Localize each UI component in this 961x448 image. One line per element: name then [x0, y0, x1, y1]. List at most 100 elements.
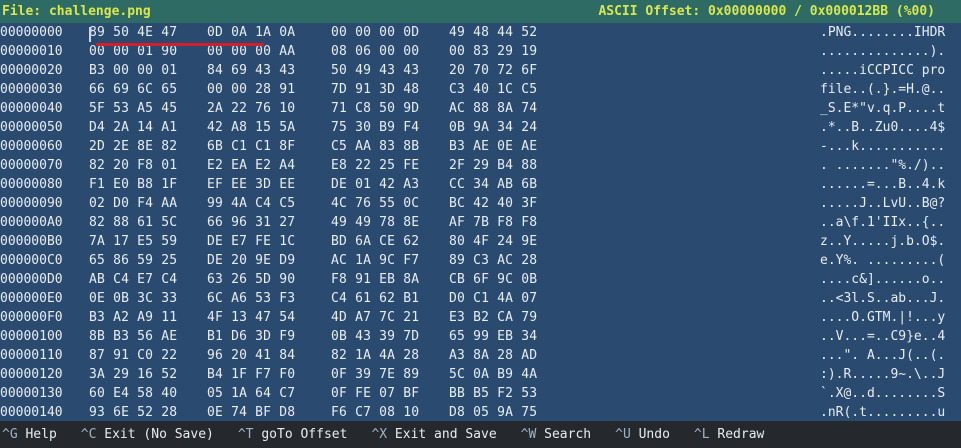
hex-byte-group[interactable]: AF 7B F8 F8 — [449, 215, 537, 230]
ascii-column[interactable]: ....c&]......o.. — [820, 272, 945, 287]
hex-byte-group[interactable]: 93 6E 52 28 — [89, 405, 177, 420]
ascii-column[interactable]: .....iCCPICC pro — [820, 63, 945, 78]
hex-byte-group[interactable]: BC 42 40 3F — [449, 196, 537, 211]
hex-byte-group[interactable]: 2F 29 B4 88 — [449, 158, 537, 173]
hex-byte-group[interactable]: 00 00 00 0D — [331, 25, 419, 40]
hex-byte-group[interactable]: 6C A6 53 F3 — [207, 291, 295, 306]
ascii-column[interactable]: z..Y.....j.b.O$. — [820, 234, 945, 249]
hex-byte-group[interactable]: 65 99 EB 34 — [449, 329, 537, 344]
hex-byte-group[interactable]: 00 00 01 90 — [89, 44, 177, 59]
hex-byte-group[interactable]: DE 01 42 A3 — [331, 177, 419, 192]
hex-byte-group[interactable]: 4F 13 47 54 — [207, 310, 295, 325]
hex-viewer[interactable]: 00000000 89 50 4E 47 0D 0A 1A 0A 00 00 00 0… — [0, 23, 961, 421]
hex-byte-group[interactable]: 3A 29 16 52 — [89, 367, 177, 382]
hex-byte-group[interactable]: 82 1A 4A 28 — [331, 348, 419, 363]
ascii-column[interactable]: ..<3l.S..ab...J. — [820, 291, 945, 306]
hex-byte-group[interactable]: 8B B3 56 AE — [89, 329, 177, 344]
hex-byte-group[interactable]: A3 8A 28 AD — [449, 348, 537, 363]
hex-byte-group[interactable]: 49 48 44 52 — [449, 25, 537, 40]
hex-byte-group[interactable]: 0B 9A 34 24 — [449, 120, 537, 135]
hex-byte-group[interactable]: D0 C1 4A 07 — [449, 291, 537, 306]
ascii-column[interactable]: ..............). — [820, 44, 945, 59]
hex-byte-group[interactable]: 00 00 28 91 — [207, 82, 295, 97]
hex-byte-group[interactable]: 82 88 61 5C — [89, 215, 177, 230]
hex-byte-group[interactable]: 05 1A 64 C7 — [207, 386, 295, 401]
ascii-column[interactable]: .*..B..Zu0....4$ — [820, 120, 945, 135]
hex-byte-group[interactable]: 96 20 41 84 — [207, 348, 295, 363]
hex-byte-group[interactable]: 71 C8 50 9D — [331, 101, 419, 116]
hex-byte-group[interactable]: 82 20 F8 01 — [89, 158, 177, 173]
hex-byte-group[interactable]: 2D 2E 8E 82 — [89, 139, 177, 154]
hex-byte-group[interactable]: BB B5 F2 53 — [449, 386, 537, 401]
hex-byte-group[interactable]: F6 C7 08 10 — [331, 405, 419, 420]
hex-byte-group[interactable]: 80 4F 24 9E — [449, 234, 537, 249]
ascii-column[interactable]: ..V...=..C9}e..4 — [820, 329, 945, 344]
hex-byte-group[interactable]: 75 30 B9 F4 — [331, 120, 419, 135]
ascii-column[interactable]: :).R.....9~.\..J — [820, 367, 945, 382]
hex-byte-group[interactable]: 89 C3 AC 28 — [449, 253, 537, 268]
hex-byte-group[interactable]: C4 61 62 B1 — [331, 291, 419, 306]
hex-byte-group[interactable]: AB C4 E7 C4 — [89, 272, 177, 287]
hex-byte-group[interactable]: E3 B2 CA 79 — [449, 310, 537, 325]
hex-byte-group[interactable]: E2 EA E2 A4 — [207, 158, 295, 173]
hex-byte-group[interactable]: C5 AA 83 8B — [331, 139, 419, 154]
hex-byte-group[interactable]: 2A 22 76 10 — [207, 101, 295, 116]
hex-byte-group[interactable]: 99 4A C4 C5 — [207, 196, 295, 211]
ascii-column[interactable]: ....O.GTM.|!...y — [820, 310, 945, 325]
hex-byte-group[interactable]: B3 00 00 01 — [89, 63, 177, 78]
hex-byte-group[interactable]: D8 05 9A 75 — [449, 405, 537, 420]
hex-byte-group[interactable]: 50 49 43 43 — [331, 63, 419, 78]
hex-byte-group[interactable]: CB 6F 9C 0B — [449, 272, 537, 287]
hex-byte-group[interactable]: DE E7 FE 1C — [207, 234, 295, 249]
ascii-column[interactable]: -...k........... — [820, 139, 945, 154]
ascii-column[interactable]: .....J..LvU..B@? — [820, 196, 945, 211]
hex-byte-group[interactable]: 4C 76 55 0C — [331, 196, 419, 211]
hex-byte-group[interactable]: B3 AE 0E AE — [449, 139, 537, 154]
ascii-column[interactable]: ......=...B..4.k — [820, 177, 945, 192]
hex-byte-group[interactable]: 0B 43 39 7D — [331, 329, 419, 344]
hex-byte-group[interactable]: 66 69 6C 65 — [89, 82, 177, 97]
ascii-column[interactable]: . ......."%./).. — [820, 158, 945, 173]
hex-byte-group[interactable]: BD 6A CE 62 — [331, 234, 419, 249]
hex-byte-group[interactable]: 87 91 C0 22 — [89, 348, 177, 363]
hex-byte-group[interactable]: 65 86 59 25 — [89, 253, 177, 268]
hex-byte-group[interactable]: AC 88 8A 74 — [449, 101, 537, 116]
ascii-column[interactable]: .PNG........IHDR — [820, 25, 945, 40]
ascii-column[interactable]: e.Y%. .........( — [820, 253, 945, 268]
hex-byte-group[interactable]: 6B C1 C1 8F — [207, 139, 295, 154]
ascii-column[interactable]: file..(.}.=H.@.. — [820, 82, 945, 97]
hex-byte-group[interactable]: 66 96 31 27 — [207, 215, 295, 230]
hex-byte-group[interactable]: 0F 39 7E 89 — [331, 367, 419, 382]
hex-byte-group[interactable]: 49 49 78 8E — [331, 215, 419, 230]
hex-byte-group[interactable]: 08 06 00 00 — [331, 44, 419, 59]
ascii-column[interactable]: ...". A...J(..(. — [820, 348, 945, 363]
hex-byte-group[interactable]: 84 69 43 43 — [207, 63, 295, 78]
hex-byte-group[interactable]: 5F 53 A5 45 — [89, 101, 177, 116]
ascii-column[interactable]: `.X@..d........S — [820, 386, 945, 401]
hex-byte-group[interactable]: C3 40 1C C5 — [449, 82, 537, 97]
hex-byte-group[interactable]: 20 70 72 6F — [449, 63, 537, 78]
ascii-column[interactable]: .nR(.t.........u — [820, 405, 945, 420]
hex-byte-group[interactable]: 7D 91 3D 48 — [331, 82, 419, 97]
hex-byte-group[interactable]: B3 A2 A9 11 — [89, 310, 177, 325]
hex-byte-group[interactable]: EF EE 3D EE — [207, 177, 295, 192]
hex-byte-group[interactable]: 0D 0A 1A 0A — [207, 25, 295, 40]
hex-byte-group[interactable]: F8 91 EB 8A — [331, 272, 419, 287]
hex-byte-group[interactable]: 0E 74 BF D8 — [207, 405, 295, 420]
hex-byte-group[interactable]: B1 D6 3D F9 — [207, 329, 295, 344]
hex-byte-group[interactable]: F1 E0 B8 1F — [89, 177, 177, 192]
hex-byte-group[interactable]: 60 E4 58 40 — [89, 386, 177, 401]
hex-byte-group[interactable]: E8 22 25 FE — [331, 158, 419, 173]
hex-byte-group[interactable]: 00 00 00 AA — [207, 44, 295, 59]
hex-byte-group[interactable]: B4 1F F7 F0 — [207, 367, 295, 382]
hex-byte-group[interactable]: 42 A8 15 5A — [207, 120, 295, 135]
hex-byte-group[interactable]: 5C 0A B9 4A — [449, 367, 537, 382]
hex-byte-group[interactable]: 0E 0B 3C 33 — [89, 291, 177, 306]
hex-byte-group[interactable]: 63 26 5D 90 — [207, 272, 295, 287]
hex-byte-group[interactable]: 00 83 29 19 — [449, 44, 537, 59]
hex-byte-group[interactable]: 4D A7 7C 21 — [331, 310, 419, 325]
hex-byte-group[interactable]: 7A 17 E5 59 — [89, 234, 177, 249]
ascii-column[interactable]: ..a\f.1'IIx..{.. — [820, 215, 945, 230]
hex-byte-group[interactable]: 02 D0 F4 AA — [89, 196, 177, 211]
hex-byte-group[interactable]: AC 1A 9C F7 — [331, 253, 419, 268]
